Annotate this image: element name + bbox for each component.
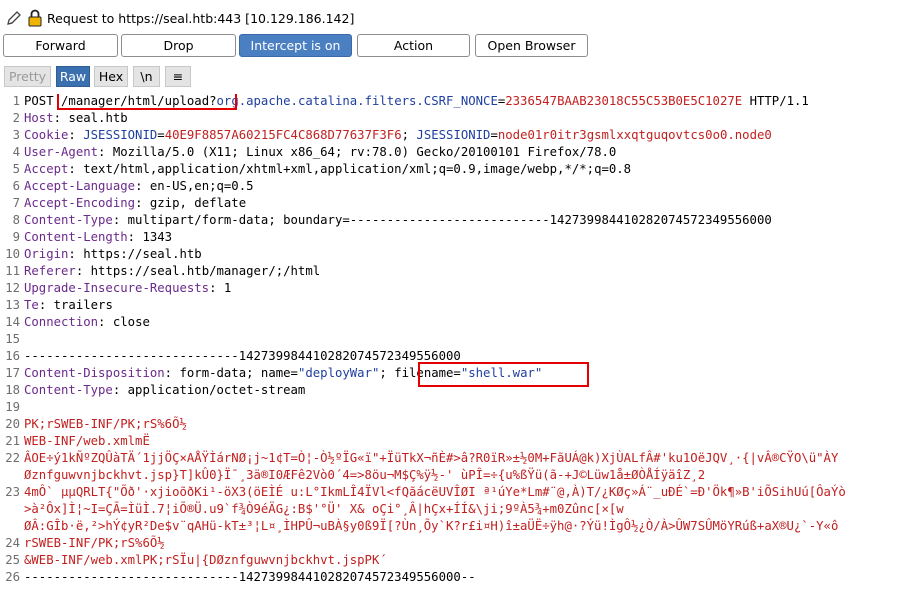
message-view-tabs: Pretty Raw Hex \n ≡ bbox=[0, 66, 905, 88]
request-path: /manager/html/upload? bbox=[61, 94, 217, 108]
boundary-line: -----------------------------14273998441… bbox=[24, 349, 461, 363]
intercept-toolbar: Forward Drop Intercept is on Action Open… bbox=[0, 34, 905, 58]
line-number: 6 bbox=[12, 179, 20, 193]
csrf-param-value: 2336547BAAB23018C55C53B0E5C1027E bbox=[505, 94, 743, 108]
tab-pretty[interactable]: Pretty bbox=[4, 66, 51, 87]
header-line: Host: seal.htb bbox=[24, 111, 128, 125]
body-binary-line: rSWEB-INF/PK;rS%6Õ½ bbox=[24, 536, 165, 550]
line-number: 2 bbox=[12, 111, 20, 125]
tab-raw[interactable]: Raw bbox=[56, 66, 90, 87]
protocol: HTTP/1.1 bbox=[749, 94, 809, 108]
line-number: 5 bbox=[12, 162, 20, 176]
request-title-bar: Request to https://seal.htb:443 [10.129.… bbox=[0, 0, 905, 34]
raw-request-editor[interactable]: 1 2 3 4 5 6 7 8 9 10 11 12 13 14 15 16 1… bbox=[0, 94, 905, 614]
open-browser-button[interactable]: Open Browser bbox=[475, 34, 588, 57]
line-number: 3 bbox=[12, 128, 20, 142]
body-binary-line: 4mÔ` µµQRLT{"Õð'·xjioõðKi¹-öX3(öEÌÉ u:L°… bbox=[24, 485, 846, 499]
line-number: 15 bbox=[5, 332, 20, 346]
body-binary-line: ØÂ:GÎb·ë,²>hÝ¢yR²De$v¨qAHü-kT±³¦L¤¸ÌHPÛ¬… bbox=[24, 519, 839, 533]
line-number: 10 bbox=[5, 247, 20, 261]
request-title: Request to https://seal.htb:443 [10.129.… bbox=[47, 11, 355, 26]
header-line: Accept-Encoding: gzip, deflate bbox=[24, 196, 247, 210]
action-button[interactable]: Action bbox=[357, 34, 470, 57]
header-line: Origin: https://seal.htb bbox=[24, 247, 202, 261]
line-number: 17 bbox=[5, 366, 20, 380]
body-binary-line: PK;rSWEB-INF/PK;rS%6Õ½ bbox=[24, 417, 187, 431]
header-line: Accept: text/html,application/xhtml+xml,… bbox=[24, 162, 632, 176]
line-number: 20 bbox=[5, 417, 20, 431]
lock-icon bbox=[28, 9, 42, 27]
line-number: 14 bbox=[5, 315, 20, 329]
line-number: 18 bbox=[5, 383, 20, 397]
csrf-param-name: org.apache.catalina.filters.CSRF_NONCE bbox=[216, 94, 498, 108]
header-line: User-Agent: Mozilla/5.0 (X11; Linux x86_… bbox=[24, 145, 617, 159]
line-number: 12 bbox=[5, 281, 20, 295]
header-line: Referer: https://seal.htb/manager/;/html bbox=[24, 264, 321, 278]
tab-hex[interactable]: Hex bbox=[94, 66, 128, 87]
menu-icon[interactable]: ≡ bbox=[165, 66, 191, 87]
header-line: Content-Type: application/octet-stream bbox=[24, 383, 306, 397]
body-binary-line: &WEB-INF/web.xmlPK;rSÏu|{DØznfguwvnjbckh… bbox=[24, 553, 387, 567]
line-number: 11 bbox=[5, 264, 20, 278]
header-line: Content-Length: 1343 bbox=[24, 230, 173, 244]
method: POST bbox=[24, 94, 54, 108]
line-number: 21 bbox=[5, 434, 20, 448]
line-number: 19 bbox=[5, 400, 20, 414]
request-line: POST /manager/html/upload?org.apache.cat… bbox=[24, 94, 809, 108]
line-number: 9 bbox=[12, 230, 20, 244]
body-binary-line: Øznfguwvnjbckhvt.jsp}T]kÛ0}Ï¯¸3ä®I0ÆFê2V… bbox=[24, 468, 706, 482]
header-line: Connection: close bbox=[24, 315, 150, 329]
body-binary-line: WEB-INF/web.xmlmË bbox=[24, 434, 150, 448]
header-line: Te: trailers bbox=[24, 298, 113, 312]
header-line: Upgrade-Insecure-Requests: 1 bbox=[24, 281, 232, 295]
line-number: 4 bbox=[12, 145, 20, 159]
line-number: 22 bbox=[5, 451, 20, 465]
closing-boundary-line: -----------------------------14273998441… bbox=[24, 570, 476, 584]
body-binary-line: ÂOE÷ý1kÑºZQÛàTÄ´1jjÖÇ×AÅŸÌárNØ¡j~1¢T=Ò¦-… bbox=[24, 451, 839, 465]
content-disposition-line: Content-Disposition: form-data; name="de… bbox=[24, 366, 543, 380]
body-binary-line: >à²Ôx]Ì¦~I=ÇÃ=ÌüÌ.7¦iÕ®Ü.u9`f¾Ò9éÄG¿:B$'… bbox=[24, 502, 624, 516]
war-filename: "shell.war" bbox=[460, 366, 543, 380]
line-number: 25 bbox=[5, 553, 20, 567]
edit-pencil-icon bbox=[7, 11, 21, 25]
line-number: 13 bbox=[5, 298, 20, 312]
line-number: 8 bbox=[12, 213, 20, 227]
line-number: 24 bbox=[5, 536, 20, 550]
line-number: 1 bbox=[12, 94, 20, 108]
line-number: 23 bbox=[5, 485, 20, 499]
line-number: 16 bbox=[5, 349, 20, 363]
drop-button[interactable]: Drop bbox=[121, 34, 236, 57]
tab-newline[interactable]: \n bbox=[133, 66, 160, 87]
header-line: Accept-Language: en-US,en;q=0.5 bbox=[24, 179, 254, 193]
forward-button[interactable]: Forward bbox=[3, 34, 118, 57]
header-line: Cookie: JSESSIONID=40E9F8857A60215FC4C86… bbox=[24, 128, 772, 142]
intercept-toggle-button[interactable]: Intercept is on bbox=[239, 34, 352, 57]
line-number: 7 bbox=[12, 196, 20, 210]
line-number: 26 bbox=[5, 570, 20, 584]
header-line: Content-Type: multipart/form-data; bound… bbox=[24, 213, 772, 227]
